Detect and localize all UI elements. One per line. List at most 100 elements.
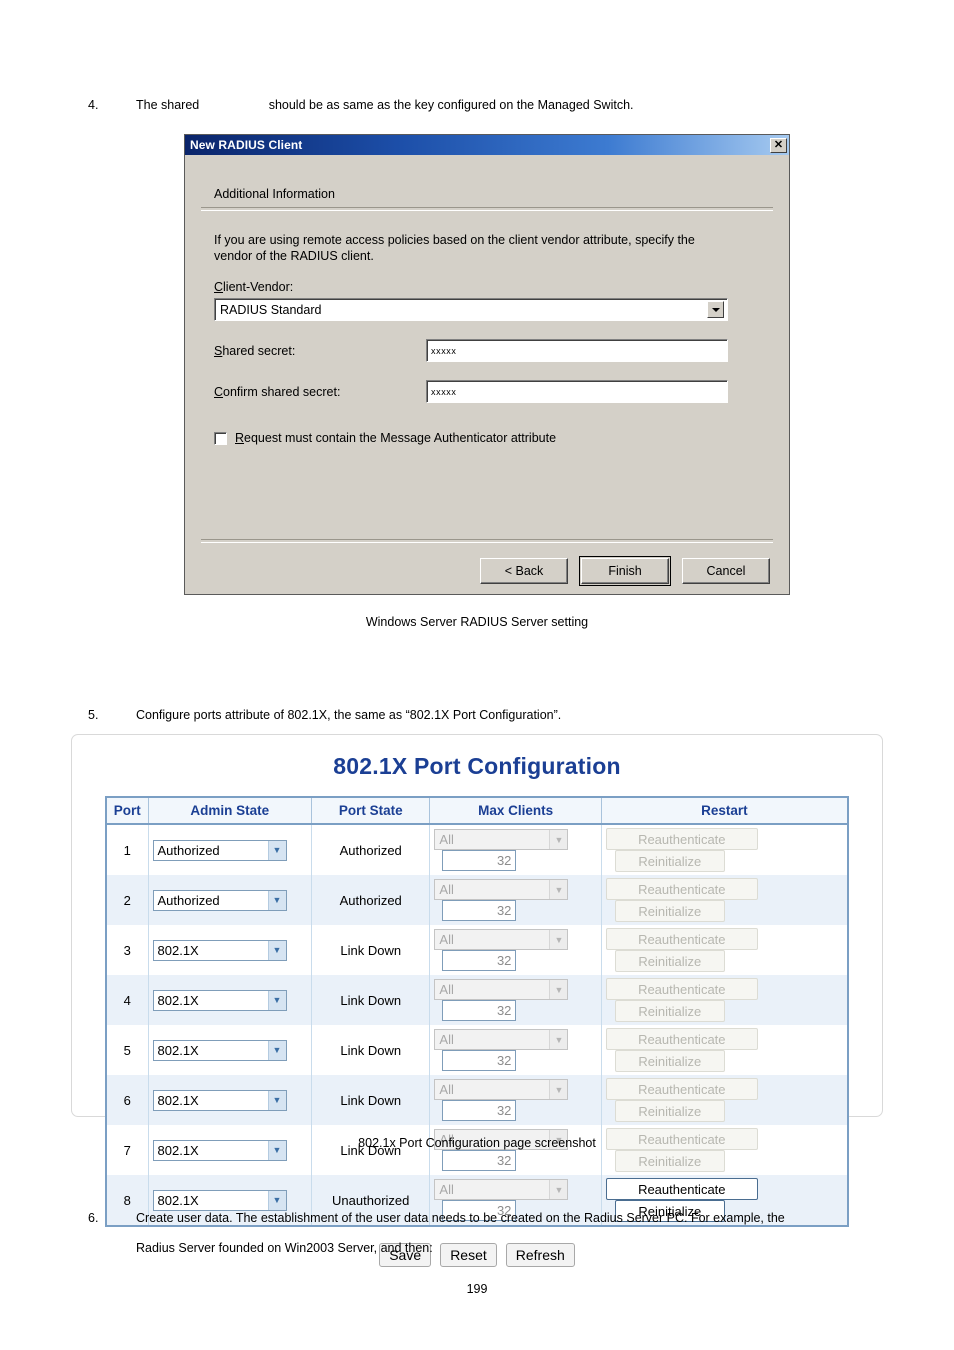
reinitialize-button: Reinitialize	[614, 900, 725, 922]
dialog-titlebar: New RADIUS Client ✕	[185, 135, 789, 155]
max-clients-input[interactable]: 32	[442, 1150, 517, 1171]
message-authenticator-label-rest: equest must contain the Message Authenti…	[244, 431, 557, 445]
step-4-text: The shared should be as same as the key …	[136, 98, 634, 112]
client-vendor-accel: C	[214, 280, 224, 294]
reinitialize-button: Reinitialize	[614, 1000, 725, 1022]
max-clients-input[interactable]: 32	[442, 950, 517, 971]
reinitialize-button: Reinitialize	[614, 850, 725, 872]
max-clients-input[interactable]: 32	[442, 900, 517, 921]
message-authenticator-checkbox-row[interactable]: Request must contain the Message Authent…	[201, 431, 773, 445]
chevron-down-icon[interactable]: ▼	[267, 990, 286, 1010]
cell-restart: ReauthenticateReinitialize	[601, 824, 848, 875]
page-number: 199	[466, 1282, 488, 1296]
port-number: 6	[123, 1092, 131, 1108]
max-clients-mode-select: All ▼	[434, 879, 569, 900]
chevron-down-icon[interactable]	[707, 301, 724, 318]
step-6-text: Create user data. The establishment of t…	[136, 1211, 785, 1255]
admin-state-select[interactable]: Authorized ▼	[152, 889, 287, 911]
reinitialize-button: Reinitialize	[614, 1050, 725, 1072]
shared-secret-label-rest: hared secret:	[222, 343, 296, 358]
cell-restart: ReauthenticateReinitialize	[601, 875, 848, 925]
shared-secret-row: Shared secret: xxxxx	[201, 339, 773, 362]
column-header-admin-state: Admin State	[148, 797, 313, 825]
new-radius-client-dialog: New RADIUS Client ✕ Additional Informati…	[184, 134, 790, 595]
back-button[interactable]: < Back	[480, 558, 568, 584]
cell-port: 2	[106, 875, 149, 925]
table-row: 5 802.1X ▼ Link Down All ▼ 32 ReauthenticateRei…	[106, 1025, 848, 1075]
chevron-down-icon[interactable]: ▼	[267, 840, 286, 860]
port-state-value: Link Down	[340, 992, 402, 1008]
port-number: 8	[123, 1192, 131, 1208]
cell-admin-state: 802.1X ▼	[148, 1075, 313, 1125]
cell-max-clients: All ▼ 32	[429, 824, 602, 875]
cell-port-state: Link Down	[311, 1025, 431, 1075]
max-clients-mode-select: All ▼	[434, 979, 569, 1000]
cell-port-state: Link Down	[311, 975, 431, 1025]
shared-secret-input[interactable]: xxxxx	[426, 339, 728, 362]
chevron-down-icon[interactable]: ▼	[267, 1040, 286, 1060]
cell-admin-state: Authorized ▼	[148, 875, 313, 925]
cell-port-state: Authorized	[311, 875, 431, 925]
chevron-down-icon: ▼	[549, 830, 568, 849]
cell-restart: ReauthenticateReinitialize	[601, 1025, 848, 1075]
cell-restart: ReauthenticateReinitialize	[601, 925, 848, 975]
chevron-down-icon: ▼	[549, 980, 568, 999]
dialog-button-bar: < Back Finish Cancel	[201, 539, 773, 586]
admin-state-select[interactable]: Authorized ▼	[152, 839, 287, 861]
cancel-button[interactable]: Cancel	[682, 558, 770, 584]
cell-port: 3	[106, 925, 149, 975]
table-header-row: Port Admin State Port State Max Clients …	[106, 797, 848, 825]
table-row: 1 Authorized ▼ Authorized All ▼ 32 Reauthentica…	[106, 824, 848, 875]
chevron-down-icon[interactable]: ▼	[267, 890, 286, 910]
cell-admin-state: 802.1X ▼	[148, 1125, 313, 1175]
step-5-number: 5.	[88, 708, 99, 722]
confirm-secret-label: Confirm shared secret:	[214, 385, 426, 399]
max-clients-mode-value: All	[439, 982, 454, 997]
column-header-port: Port	[106, 797, 149, 825]
max-clients-input[interactable]: 32	[442, 850, 517, 871]
chevron-down-icon[interactable]: ▼	[267, 1090, 286, 1110]
table-row: 3 802.1X ▼ Link Down All ▼ 32 ReauthenticateRei…	[106, 925, 848, 975]
cell-admin-state: Authorized ▼	[148, 824, 313, 875]
admin-state-select[interactable]: 802.1X ▼	[152, 1089, 287, 1111]
chevron-down-icon: ▼	[549, 1180, 568, 1199]
cell-port-state: Link Down	[311, 925, 431, 975]
table-row: 6 802.1X ▼ Link Down All ▼ 32 ReauthenticateRei…	[106, 1075, 848, 1125]
cell-restart: ReauthenticateReinitialize	[601, 1075, 848, 1125]
max-clients-mode-select: All ▼	[434, 829, 569, 850]
step-6-number: 6.	[88, 1211, 99, 1225]
column-header-max-clients: Max Clients	[429, 797, 602, 825]
cell-port-state: Link Down	[311, 1125, 431, 1175]
max-clients-mode-select: All ▼	[434, 1179, 569, 1200]
max-clients-input[interactable]: 32	[442, 1000, 517, 1021]
max-clients-mode-value: All	[439, 882, 454, 897]
admin-state-select[interactable]: 802.1X ▼	[152, 1039, 287, 1061]
admin-state-select[interactable]: 802.1X ▼	[152, 939, 287, 961]
caption-radius-dialog: Windows Server RADIUS Server setting	[365, 615, 589, 629]
close-icon[interactable]: ✕	[770, 137, 787, 153]
client-vendor-select[interactable]: RADIUS Standard	[214, 298, 728, 321]
max-clients-input[interactable]: 32	[442, 1100, 517, 1121]
dialog-title: New RADIUS Client	[190, 138, 303, 152]
admin-state-value: 802.1X	[157, 992, 199, 1008]
table-row: 4 802.1X ▼ Link Down All ▼ 32 ReauthenticateRei…	[106, 975, 848, 1025]
port-number: 4	[123, 992, 131, 1008]
message-authenticator-checkbox[interactable]	[214, 431, 227, 445]
finish-button[interactable]: Finish	[579, 556, 671, 586]
reauthenticate-button[interactable]: Reauthenticate	[605, 1178, 758, 1200]
admin-state-value: 802.1X	[157, 942, 199, 958]
max-clients-input[interactable]: 32	[442, 1050, 517, 1071]
confirm-secret-input[interactable]: xxxxx	[426, 380, 728, 403]
chevron-down-icon: ▼	[549, 930, 568, 949]
admin-state-select[interactable]: 802.1X ▼	[152, 989, 287, 1011]
port-configuration-table: Port Admin State Port State Max Clients …	[105, 796, 849, 1227]
reinitialize-button: Reinitialize	[614, 1100, 725, 1122]
max-clients-mode-value: All	[439, 932, 454, 947]
cell-max-clients: All ▼ 32	[429, 1125, 602, 1175]
admin-state-value: Authorized	[157, 842, 220, 858]
max-clients-mode-select: All ▼	[434, 929, 569, 950]
max-clients-mode-value: All	[439, 1032, 454, 1047]
chevron-down-icon[interactable]: ▼	[267, 940, 286, 960]
client-vendor-label: Client-Vendor:	[201, 264, 773, 298]
admin-state-value: 802.1X	[157, 1042, 199, 1058]
